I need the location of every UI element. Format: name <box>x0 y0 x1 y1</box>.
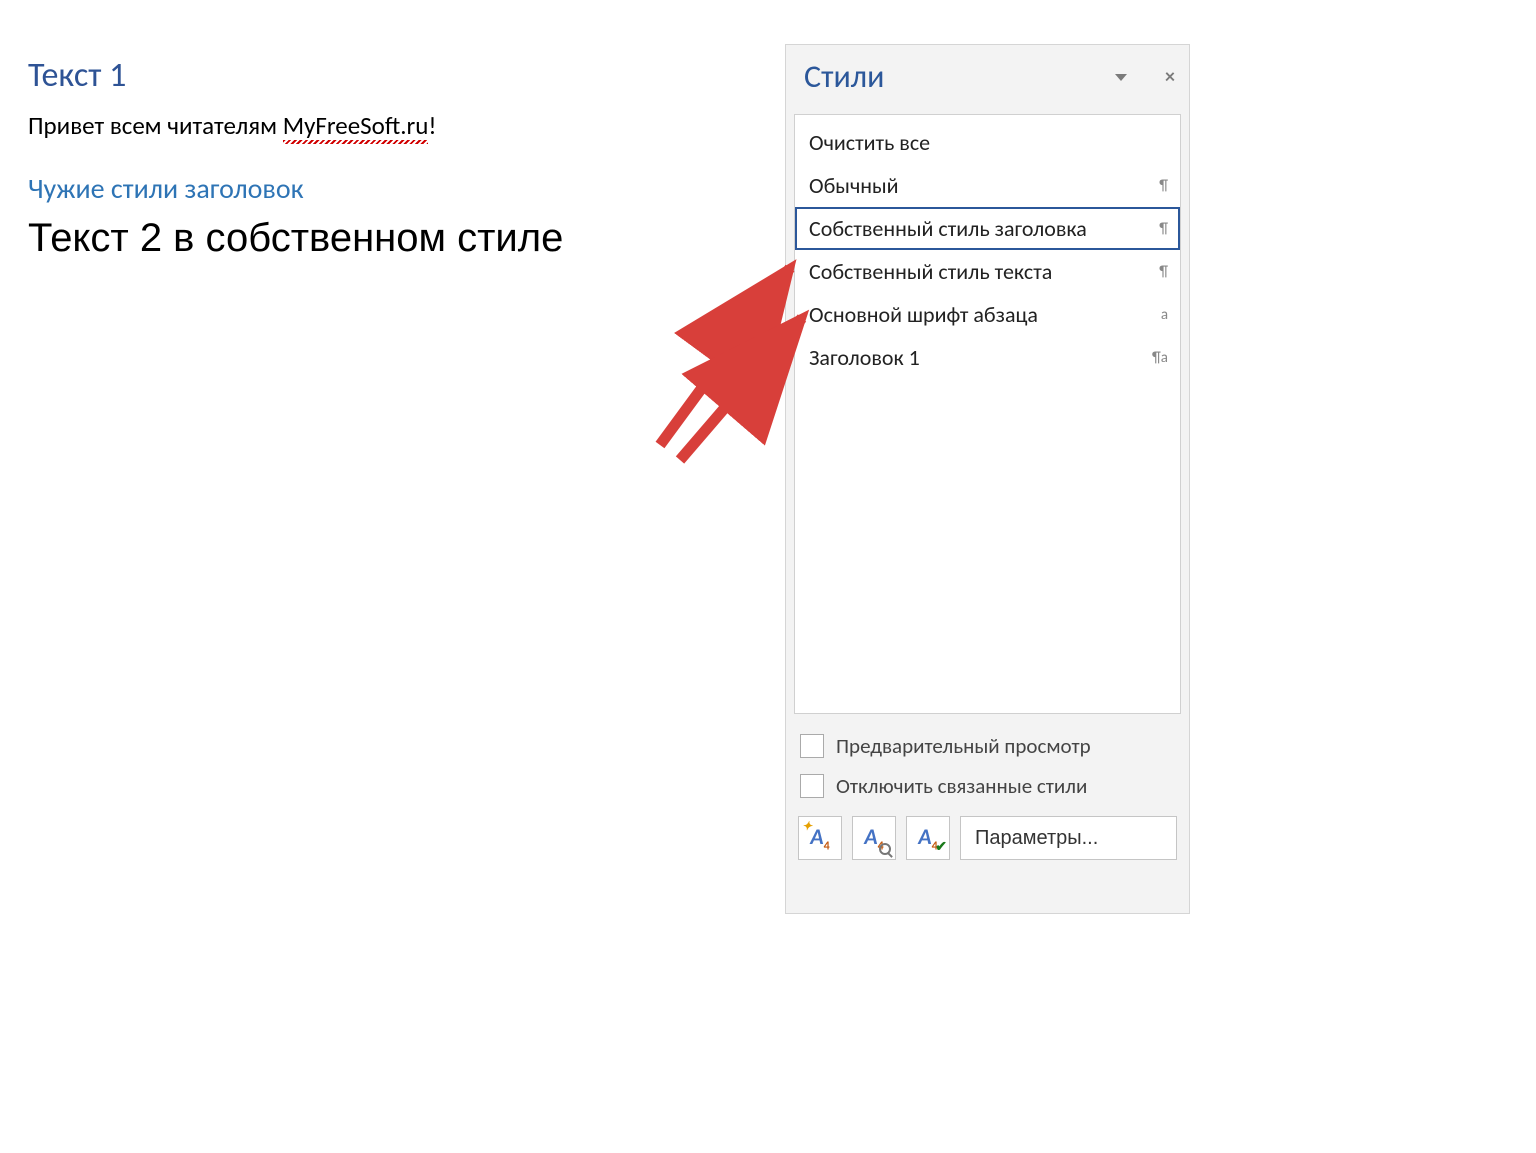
style-item-custom-text[interactable]: Собственный стиль текста ¶ <box>795 250 1180 293</box>
style-item-label: Собственный стиль заголовка <box>809 215 1087 242</box>
disable-linked-checkbox-label: Отключить связанные стили <box>836 773 1087 799</box>
pane-title: Стили <box>804 57 884 96</box>
manage-styles-button[interactable]: A4✔ <box>906 816 950 860</box>
manage-styles-icon: A4✔ <box>918 823 937 853</box>
new-style-button[interactable]: ✦A4 <box>798 816 842 860</box>
style-item-default-font[interactable]: Основной шрифт абзаца a <box>795 293 1180 336</box>
new-style-icon: ✦A4 <box>810 823 829 853</box>
style-item-custom-heading[interactable]: Собственный стиль заголовка ¶ <box>795 207 1180 250</box>
close-icon[interactable]: × <box>1165 65 1175 89</box>
style-inspector-icon: A4 <box>864 823 883 853</box>
body-text-suffix: ! <box>428 110 436 141</box>
document-area: Текст 1 Привет всем читателям MyFreeSoft… <box>28 55 768 261</box>
options-button[interactable]: Параметры... <box>960 816 1177 860</box>
style-marker-icon: ¶ <box>1154 177 1168 195</box>
preview-checkbox-label: Предварительный просмотр <box>836 733 1091 759</box>
disable-linked-checkbox[interactable] <box>800 774 824 798</box>
preview-checkbox[interactable] <box>800 734 824 758</box>
spell-error-word: MyFreeSoft.ru <box>283 110 429 141</box>
style-item-normal[interactable]: Обычный ¶ <box>795 164 1180 207</box>
style-marker-icon: ¶ <box>1154 263 1168 281</box>
preview-checkbox-row[interactable]: Предварительный просмотр <box>786 726 1189 766</box>
style-item-heading1[interactable]: Заголовок 1 ¶a <box>795 336 1180 379</box>
style-item-label: Очистить все <box>809 129 930 156</box>
style-item-clear-all[interactable]: Очистить все <box>795 121 1180 164</box>
custom-body-text: Текст 2 в собственном стиле <box>28 216 768 261</box>
style-inspector-button[interactable]: A4 <box>852 816 896 860</box>
style-item-label: Собственный стиль текста <box>809 258 1052 285</box>
style-marker-icon: a <box>1154 306 1168 324</box>
styles-pane: Стили × Очистить все Обычный ¶ Собственн… <box>785 44 1190 914</box>
custom-heading-text: Чужие стили заголовок <box>28 171 768 206</box>
style-item-label: Основной шрифт абзаца <box>809 301 1038 328</box>
style-item-label: Заголовок 1 <box>809 344 920 371</box>
style-marker-icon: ¶a <box>1152 349 1168 367</box>
disable-linked-checkbox-row[interactable]: Отключить связанные стили <box>786 766 1189 806</box>
pane-header: Стили × <box>786 45 1189 114</box>
style-item-label: Обычный <box>809 172 899 199</box>
styles-list: Очистить все Обычный ¶ Собственный стиль… <box>794 114 1181 714</box>
heading-1-text: Текст 1 <box>28 55 768 96</box>
body-text-1: Привет всем читателям MyFreeSoft.ru! <box>28 110 768 141</box>
pane-menu-icon[interactable] <box>1115 74 1127 81</box>
body-text-prefix: Привет всем читателям <box>28 110 283 141</box>
style-marker-icon: ¶ <box>1154 220 1168 238</box>
pane-bottom-toolbar: ✦A4 A4 A4✔ Параметры... <box>786 806 1189 870</box>
